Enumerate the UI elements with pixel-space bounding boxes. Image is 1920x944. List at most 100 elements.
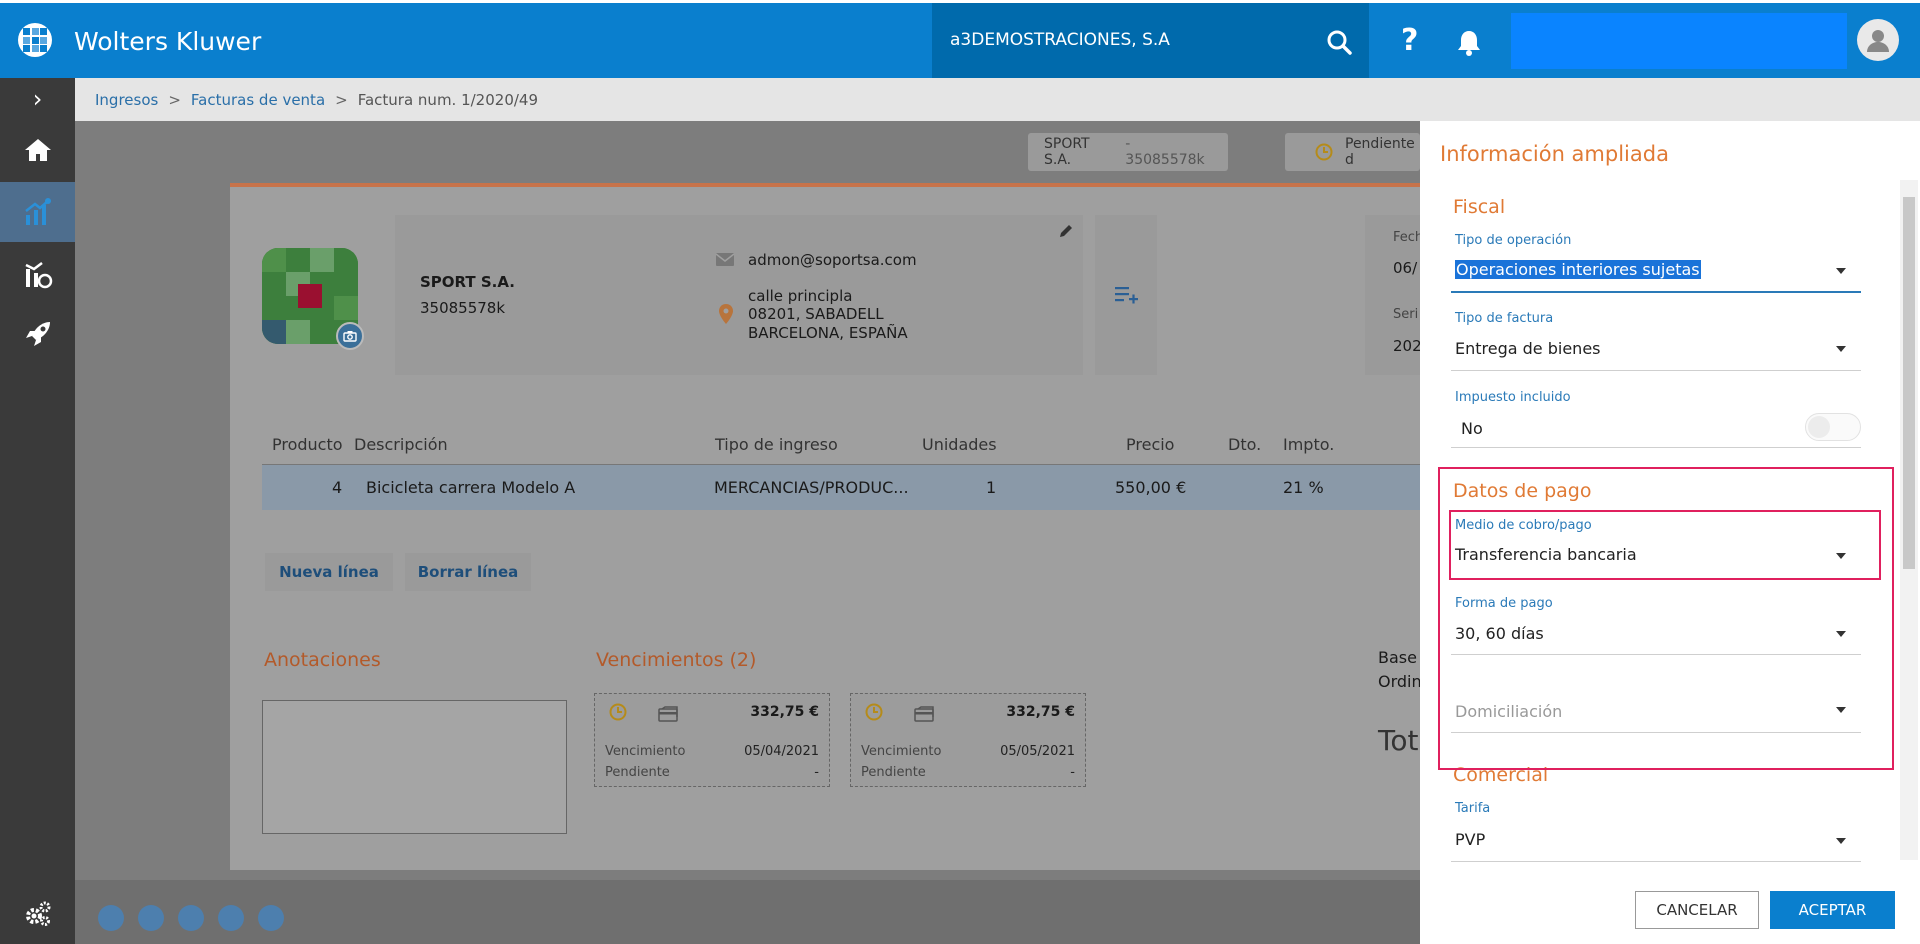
col-tipo-ingreso: Tipo de ingreso [715, 435, 838, 454]
location-pin-icon [719, 304, 733, 324]
pending-label: Pendiente [605, 765, 670, 780]
col-precio: Precio [1126, 435, 1175, 454]
bell-icon[interactable] [1456, 29, 1482, 61]
customer-address-line2: 08201, SABADELL [748, 305, 884, 323]
customer-email: admon@soportsa.com [748, 251, 917, 269]
accept-button[interactable]: ACEPTAR [1770, 891, 1895, 929]
rocket-icon [25, 322, 50, 346]
customer-address-line3: BARCELONA, ESPAÑA [748, 324, 908, 342]
annotations-title: Anotaciones [264, 649, 381, 671]
trash-icon[interactable] [98, 905, 124, 931]
due-date-value: 05/05/2021 [1000, 744, 1075, 759]
invoice-serie-value: 202 [1393, 337, 1422, 355]
edit-pencil-icon[interactable] [1058, 223, 1074, 239]
customer-nif: 35085578k [420, 299, 506, 317]
customer-pill-name: SPORT S.A. [1044, 136, 1090, 168]
breadcrumb-separator: > [168, 90, 181, 109]
tarifa-underline [1451, 861, 1861, 862]
tipo-operacion-select[interactable]: Operaciones interiores sujetas [1455, 260, 1701, 279]
panel-scrollbar[interactable] [1900, 180, 1918, 860]
sales-chart-icon [24, 198, 51, 225]
rectify-invoice-icon[interactable] [258, 905, 284, 931]
status-pill-label: Pendiente d [1345, 136, 1415, 168]
add-list-icon[interactable] [1115, 286, 1139, 304]
tarifa-label: Tarifa [1455, 801, 1491, 816]
pdf-icon[interactable] [178, 905, 204, 931]
impuesto-underline [1451, 447, 1861, 448]
chevron-down-icon[interactable] [1836, 838, 1846, 844]
totals-base-label: Base [1378, 648, 1417, 667]
due-date-amount: 332,75 € [750, 704, 819, 720]
tipo-operacion-label: Tipo de operación [1455, 233, 1572, 248]
sidebar-item-analytics[interactable] [0, 244, 75, 304]
company-selector[interactable]: a3DEMOSTRACIONES, S.A [932, 3, 1369, 78]
status-pill[interactable]: Pendiente d [1285, 133, 1420, 171]
tipo-factura-select[interactable]: Entrega de bienes [1455, 339, 1601, 358]
sidebar-item-home[interactable] [0, 120, 75, 180]
chevron-down-icon[interactable] [1836, 268, 1846, 274]
clock-icon [1315, 143, 1333, 161]
impuesto-incluido-toggle[interactable] [1805, 413, 1861, 441]
sidebar: › [0, 78, 75, 944]
breadcrumb-ingresos[interactable]: Ingresos [95, 91, 158, 109]
impuesto-incluido-value: No [1461, 419, 1483, 438]
row-impto: 21 % [1283, 478, 1324, 497]
customer-info-panel [395, 215, 1083, 375]
due-dates-title: Vencimientos (2) [596, 649, 757, 671]
gears-icon [25, 901, 50, 926]
col-descripcion: Descripción [354, 435, 448, 454]
customer-pill-id: - 35085578k [1125, 136, 1205, 168]
tarifa-select[interactable]: PVP [1455, 830, 1485, 849]
col-impto: Impto. [1283, 435, 1335, 454]
due-date-value: 05/04/2021 [744, 744, 819, 759]
wolters-kluwer-logo-icon [18, 23, 52, 57]
new-line-button[interactable]: Nueva línea [265, 553, 393, 591]
tipo-factura-underline [1451, 370, 1861, 371]
tipo-operacion-value: Operaciones interiores sujetas [1455, 260, 1701, 279]
cancel-button[interactable]: CANCELAR [1635, 891, 1759, 929]
clock-icon [609, 703, 627, 721]
table-row[interactable]: 4 Bicicleta carrera Modelo A MERCANCIAS/… [262, 465, 1430, 510]
camera-icon[interactable] [336, 322, 364, 350]
chevron-down-icon[interactable] [1836, 346, 1846, 352]
card-payment-icon [658, 706, 678, 722]
customer-pill[interactable]: SPORT S.A. - 35085578k [1028, 133, 1228, 171]
sidebar-item-sales[interactable] [0, 182, 75, 242]
scrollbar-thumb[interactable] [1903, 197, 1915, 569]
due-date-card[interactable]: 332,75 € Vencimiento 05/05/2021 Pendient… [850, 693, 1086, 787]
search-icon[interactable] [1326, 29, 1352, 59]
col-producto: Producto [272, 435, 343, 454]
customer-name: SPORT S.A. [420, 273, 515, 291]
customer-address-line1: calle principla [748, 287, 853, 305]
annotations-textarea[interactable] [262, 700, 567, 834]
totals-ordin-label: Ordin [1378, 672, 1422, 691]
copy-icon[interactable] [218, 905, 244, 931]
panel-title: Información ampliada [1440, 142, 1669, 166]
sidebar-expand-icon[interactable]: › [0, 78, 75, 120]
col-unidades: Unidades [922, 435, 997, 454]
tipo-operacion-underline [1451, 291, 1861, 293]
email-send-icon[interactable] [138, 905, 164, 931]
due-date-amount: 332,75 € [1006, 704, 1075, 720]
sidebar-settings[interactable] [0, 884, 75, 944]
breadcrumb-facturas-venta[interactable]: Facturas de venta [191, 91, 325, 109]
top-search-field[interactable] [1511, 13, 1847, 69]
row-descripcion: Bicicleta carrera Modelo A [366, 478, 576, 497]
due-date-label: Vencimiento [605, 744, 686, 759]
fiscal-section-title: Fiscal [1453, 196, 1506, 218]
help-icon[interactable]: ? [1401, 23, 1418, 58]
delete-line-button[interactable]: Borrar línea [405, 553, 531, 591]
due-date-card[interactable]: 332,75 € Vencimiento 05/04/2021 Pendient… [594, 693, 830, 787]
user-avatar-icon[interactable] [1857, 19, 1899, 61]
toggle-knob [1808, 416, 1830, 438]
impuesto-incluido-label: Impuesto incluido [1455, 390, 1571, 405]
row-unidades: 1 [986, 478, 997, 497]
pending-label: Pendiente [861, 765, 926, 780]
brand-name: Wolters Kluwer [74, 27, 262, 56]
sidebar-item-launch[interactable] [0, 304, 75, 364]
breadcrumb-current: Factura num. 1/2020/49 [357, 90, 538, 109]
row-precio: 550,00 € [1115, 478, 1187, 497]
invoice-serie-label: Seri [1393, 307, 1419, 322]
lines-table-header: Producto Descripción Tipo de ingreso Uni… [262, 425, 1430, 465]
home-icon [24, 139, 51, 161]
